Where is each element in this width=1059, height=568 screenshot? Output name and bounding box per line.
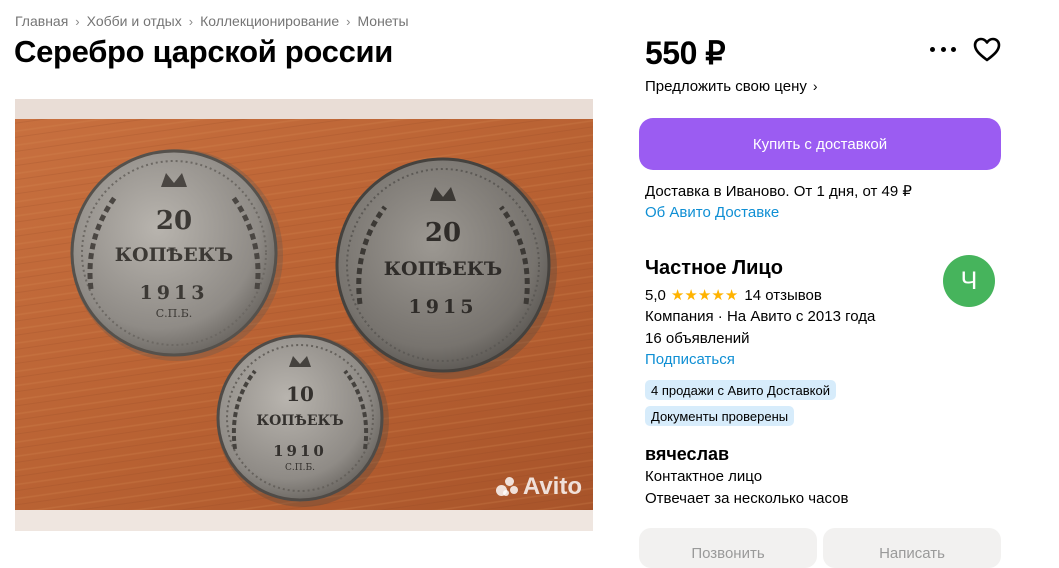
breadcrumb-hobby[interactable]: Хобби и отдых: [87, 13, 182, 29]
message-button[interactable]: Написать: [823, 528, 1001, 568]
breadcrumb-home[interactable]: Главная: [15, 13, 68, 29]
subscribe-link[interactable]: Подписаться: [645, 351, 735, 368]
star-icon: ★: [670, 287, 685, 304]
seller-listings[interactable]: 16 объявлений: [645, 330, 750, 347]
response-time: Отвечает за несколько часов: [645, 490, 849, 507]
price: 550 ₽: [645, 35, 726, 71]
chevron-right-icon: ›: [75, 13, 80, 29]
star-icon: ★: [697, 287, 712, 304]
breadcrumb: Главная › Хобби и отдых › Коллекциониров…: [15, 13, 409, 29]
coins-image: 20 КОПѢЕКЪ 1913 С.П.Б. 20 КОПѢЕКЪ 1915 1…: [15, 99, 593, 531]
coin-2-year: 1915: [409, 296, 478, 318]
contact-role: Контактное лицо: [645, 468, 763, 485]
offer-price-link[interactable]: Предложить свою цену ›: [645, 78, 818, 95]
coin-1-mint: С.П.Б.: [156, 307, 193, 320]
coin-3-year: 1910: [273, 442, 327, 460]
coin-20-1913: 20 КОПѢЕКЪ 1913 С.П.Б.: [70, 149, 283, 361]
more-dots-icon[interactable]: [930, 40, 956, 58]
star-icon: ★: [724, 287, 739, 304]
seller-company: Компания · На Авито с 2013 года: [645, 308, 876, 325]
listing-photo[interactable]: 20 КОПѢЕКЪ 1913 С.П.Б. 20 КОПѢЕКЪ 1915 1…: [15, 99, 593, 531]
coin-1-word: КОПѢЕКЪ: [115, 244, 233, 266]
coin-3-mint: С.П.Б.: [285, 463, 315, 473]
chevron-right-icon: ›: [346, 13, 351, 29]
coin-1-denomination: 20: [156, 206, 192, 236]
coin-2-denomination: 20: [425, 218, 461, 248]
rating-stars: ★ ★ ★ ★ ★: [671, 286, 739, 304]
call-button[interactable]: Позвонить: [639, 528, 817, 568]
rating-value: 5,0: [645, 286, 666, 304]
coin-20-1915: 20 КОПѢЕКЪ 1915: [335, 157, 557, 379]
coin-1-year: 1913: [140, 282, 209, 304]
avito-logo-icon: [495, 477, 520, 497]
about-delivery-link[interactable]: Об Авито Доставке: [645, 204, 779, 221]
reviews-link[interactable]: 14 отзывов: [744, 287, 822, 304]
coin-3-denomination: 10: [286, 382, 314, 406]
seller-rating: 5,0 ★ ★ ★ ★ ★ 14 отзывов: [645, 286, 822, 305]
avito-watermark: Avito: [495, 473, 582, 501]
documents-verified-badge: Документы проверены: [645, 406, 795, 426]
delivery-info: Доставка в Иваново. От 1 дня, от 49 ₽: [645, 183, 912, 200]
coin-3-word: КОПѢЕКЪ: [256, 413, 343, 429]
offer-price-label: Предложить свою цену: [645, 78, 807, 95]
seller-name[interactable]: Частное Лицо: [645, 257, 783, 280]
chevron-right-icon: ›: [188, 13, 194, 29]
star-icon: ★: [711, 287, 725, 304]
breadcrumb-coins[interactable]: Монеты: [357, 13, 408, 29]
avatar[interactable]: Ч: [943, 255, 995, 307]
coin-2-word: КОПѢЕКЪ: [384, 258, 502, 280]
coin-10-1910: 10 КОПѢЕКЪ 1910 С.П.Б.: [216, 334, 389, 507]
page-title: Серебро царской россии: [14, 34, 394, 69]
breadcrumb-collecting[interactable]: Коллекционирование: [200, 13, 339, 29]
buy-with-delivery-button[interactable]: Купить с доставкой: [639, 118, 1001, 170]
chevron-right-icon: ›: [812, 78, 818, 94]
delivery-sales-badge: 4 продажи с Авито Доставкой: [645, 380, 836, 400]
contact-name: вячеслав: [645, 444, 730, 464]
star-icon: ★: [684, 287, 698, 304]
heart-icon[interactable]: [973, 37, 1001, 63]
watermark-text: Avito: [522, 473, 582, 500]
